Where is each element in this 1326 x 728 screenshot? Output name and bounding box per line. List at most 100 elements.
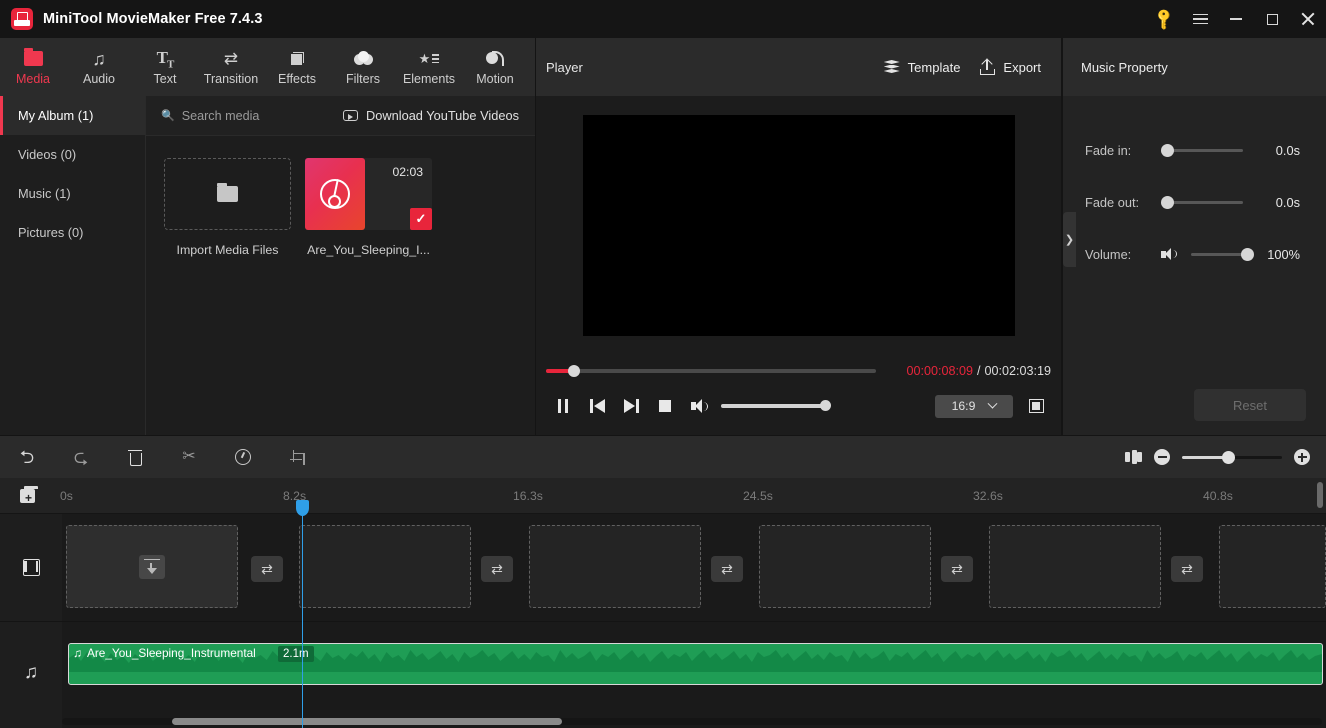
sidebar-item-my-album[interactable]: My Album (1) <box>0 96 145 135</box>
volume-knob[interactable] <box>820 400 831 412</box>
sidebar-item-pictures[interactable]: Pictures (0) <box>0 213 145 252</box>
ribbon-item-effects[interactable]: Effects <box>264 38 330 96</box>
close-icon[interactable] <box>1290 0 1326 38</box>
app-logo-icon <box>11 8 33 30</box>
media-card-audio[interactable]: 02:03 ✓ <box>305 158 432 230</box>
split-button[interactable]: ✂ <box>162 436 216 478</box>
elements-star-list-icon: ★ <box>419 48 440 69</box>
title-bar: MiniTool MovieMaker Free 7.4.3 🔑 <box>0 0 1326 38</box>
ribbon-label-audio: Audio <box>83 72 115 87</box>
key-icon[interactable]: 🔑 <box>1146 0 1182 38</box>
volume-knob[interactable] <box>1241 247 1254 261</box>
transition-arrows-icon[interactable]: ⇄ <box>1171 556 1203 582</box>
template-button[interactable]: Template <box>883 60 960 75</box>
timeline-ruler[interactable]: + 0s 8.2s 16.3s 24.5s 32.6s 40.8s <box>0 478 1326 514</box>
aspect-ratio-select[interactable]: 16:9 <box>935 394 1013 418</box>
chevron-right-icon[interactable]: ❯ <box>1063 212 1076 267</box>
video-track-header[interactable] <box>0 514 62 622</box>
redo-button[interactable]: ⮎ <box>54 436 108 478</box>
sidebar-item-music[interactable]: Music (1) <box>0 174 145 213</box>
pause-button[interactable] <box>546 391 580 421</box>
timeline-vertical-scrollbar[interactable] <box>1316 478 1324 514</box>
seek-knob[interactable] <box>568 364 580 377</box>
transition-arrows-icon[interactable]: ⇄ <box>941 556 973 582</box>
volume-label: Volume: <box>1085 246 1132 262</box>
stop-button[interactable] <box>648 391 682 421</box>
zoom-knob[interactable] <box>1222 450 1235 464</box>
video-preview[interactable] <box>582 114 1015 336</box>
ribbon-item-audio[interactable]: ♫ Audio <box>66 38 132 96</box>
ribbon-item-motion[interactable]: Motion <box>462 38 528 96</box>
ribbon-label-filters: Filters <box>345 72 381 87</box>
video-segment-empty[interactable] <box>989 525 1161 608</box>
zoom-slider[interactable] <box>1182 450 1282 464</box>
pause-icon <box>557 399 569 413</box>
ribbon-item-transition[interactable]: ⇄ Transition <box>198 38 264 96</box>
seek-bar[interactable] <box>546 364 876 377</box>
media-grid: Import Media Files 02:03 ✓ Are_You_Sleep… <box>146 136 535 257</box>
hamburger-menu-icon[interactable] <box>1182 0 1218 38</box>
zoom-out-icon[interactable] <box>1154 449 1170 465</box>
checkmark-icon[interactable]: ✓ <box>410 208 432 230</box>
timeline-horizontal-scrollbar[interactable] <box>62 718 1322 725</box>
zoom-in-icon[interactable] <box>1294 449 1310 465</box>
video-segment-empty[interactable] <box>299 525 471 608</box>
crop-button[interactable] <box>270 436 324 478</box>
ribbon-item-elements[interactable]: ★ Elements <box>396 38 462 96</box>
volume-slider[interactable] <box>1191 247 1254 261</box>
video-segment-placeholder[interactable] <box>66 525 238 608</box>
fade-in-slider[interactable] <box>1161 143 1243 157</box>
delete-button[interactable] <box>108 436 162 478</box>
ribbon-item-media[interactable]: Media <box>0 38 66 96</box>
timeline-tracks: ⇄ ⇄ ⇄ ⇄ ⇄ ♫ Are_You_Sleeping_Instrumenta… <box>62 514 1326 728</box>
playhead[interactable] <box>296 500 309 728</box>
fade-in-knob[interactable] <box>1161 143 1174 157</box>
player-volume-slider[interactable] <box>721 400 831 412</box>
transition-arrows-icon[interactable]: ⇄ <box>251 556 283 582</box>
download-youtube-button[interactable]: Download YouTube Videos <box>343 108 519 123</box>
transition-arrows-icon: ⇄ <box>223 49 239 69</box>
transition-arrows-icon[interactable]: ⇄ <box>711 556 743 582</box>
ruler-tick-2: 16.3s <box>513 489 543 503</box>
sidebar-item-videos[interactable]: Videos (0) <box>0 135 145 174</box>
current-time: 00:00:08:09 <box>906 363 973 378</box>
export-button[interactable]: Export <box>980 59 1041 75</box>
add-media-icon[interactable]: + <box>20 486 40 504</box>
import-media-button[interactable] <box>164 158 291 230</box>
music-note-icon <box>320 179 350 209</box>
volume-icon[interactable] <box>1161 247 1177 261</box>
video-segment-empty[interactable] <box>529 525 701 608</box>
video-track[interactable]: ⇄ ⇄ ⇄ ⇄ ⇄ <box>62 514 1326 622</box>
undo-button[interactable]: ⮌ <box>0 436 54 478</box>
scrollbar-thumb[interactable] <box>1317 482 1323 508</box>
reset-button[interactable]: Reset <box>1194 389 1306 421</box>
split-view-icon[interactable] <box>1125 450 1142 464</box>
next-frame-button[interactable] <box>614 391 648 421</box>
volume-button[interactable] <box>682 391 716 421</box>
fade-out-label: Fade out: <box>1085 194 1140 210</box>
speed-button[interactable] <box>216 436 270 478</box>
search-input[interactable]: 🔍 Search media <box>161 109 259 123</box>
player-header: Player Template Export <box>536 38 1061 96</box>
transport-controls: 16:9 <box>546 387 1051 425</box>
audio-clip[interactable]: ♫ Are_You_Sleeping_Instrumental 2.1m <box>68 643 1323 685</box>
fade-out-slider[interactable] <box>1161 195 1243 209</box>
trash-icon <box>128 449 142 466</box>
minimize-icon[interactable] <box>1218 0 1254 38</box>
ribbon-item-filters[interactable]: Filters <box>330 38 396 96</box>
maximize-icon[interactable] <box>1254 0 1290 38</box>
transition-arrows-icon[interactable]: ⇄ <box>481 556 513 582</box>
ribbon-item-text[interactable]: TT Text <box>132 38 198 96</box>
playhead-handle[interactable] <box>296 500 309 516</box>
scrollbar-thumb[interactable] <box>172 718 562 725</box>
video-segment-empty[interactable] <box>759 525 931 608</box>
fade-out-knob[interactable] <box>1161 195 1174 209</box>
audio-clip-label: ♫ Are_You_Sleeping_Instrumental <box>73 646 256 660</box>
video-segment-empty[interactable] <box>1219 525 1326 608</box>
fullscreen-button[interactable] <box>1021 391 1051 421</box>
audio-track-header[interactable]: ♫ <box>0 622 62 722</box>
audio-track[interactable]: ♫ Are_You_Sleeping_Instrumental 2.1m <box>62 622 1326 728</box>
previous-frame-button[interactable] <box>580 391 614 421</box>
player-panel: Player Template Export 00:00:08:09 / 00:… <box>536 38 1061 435</box>
timeline-toolbar: ⮌ ⮎ ✂ <box>0 436 1326 478</box>
